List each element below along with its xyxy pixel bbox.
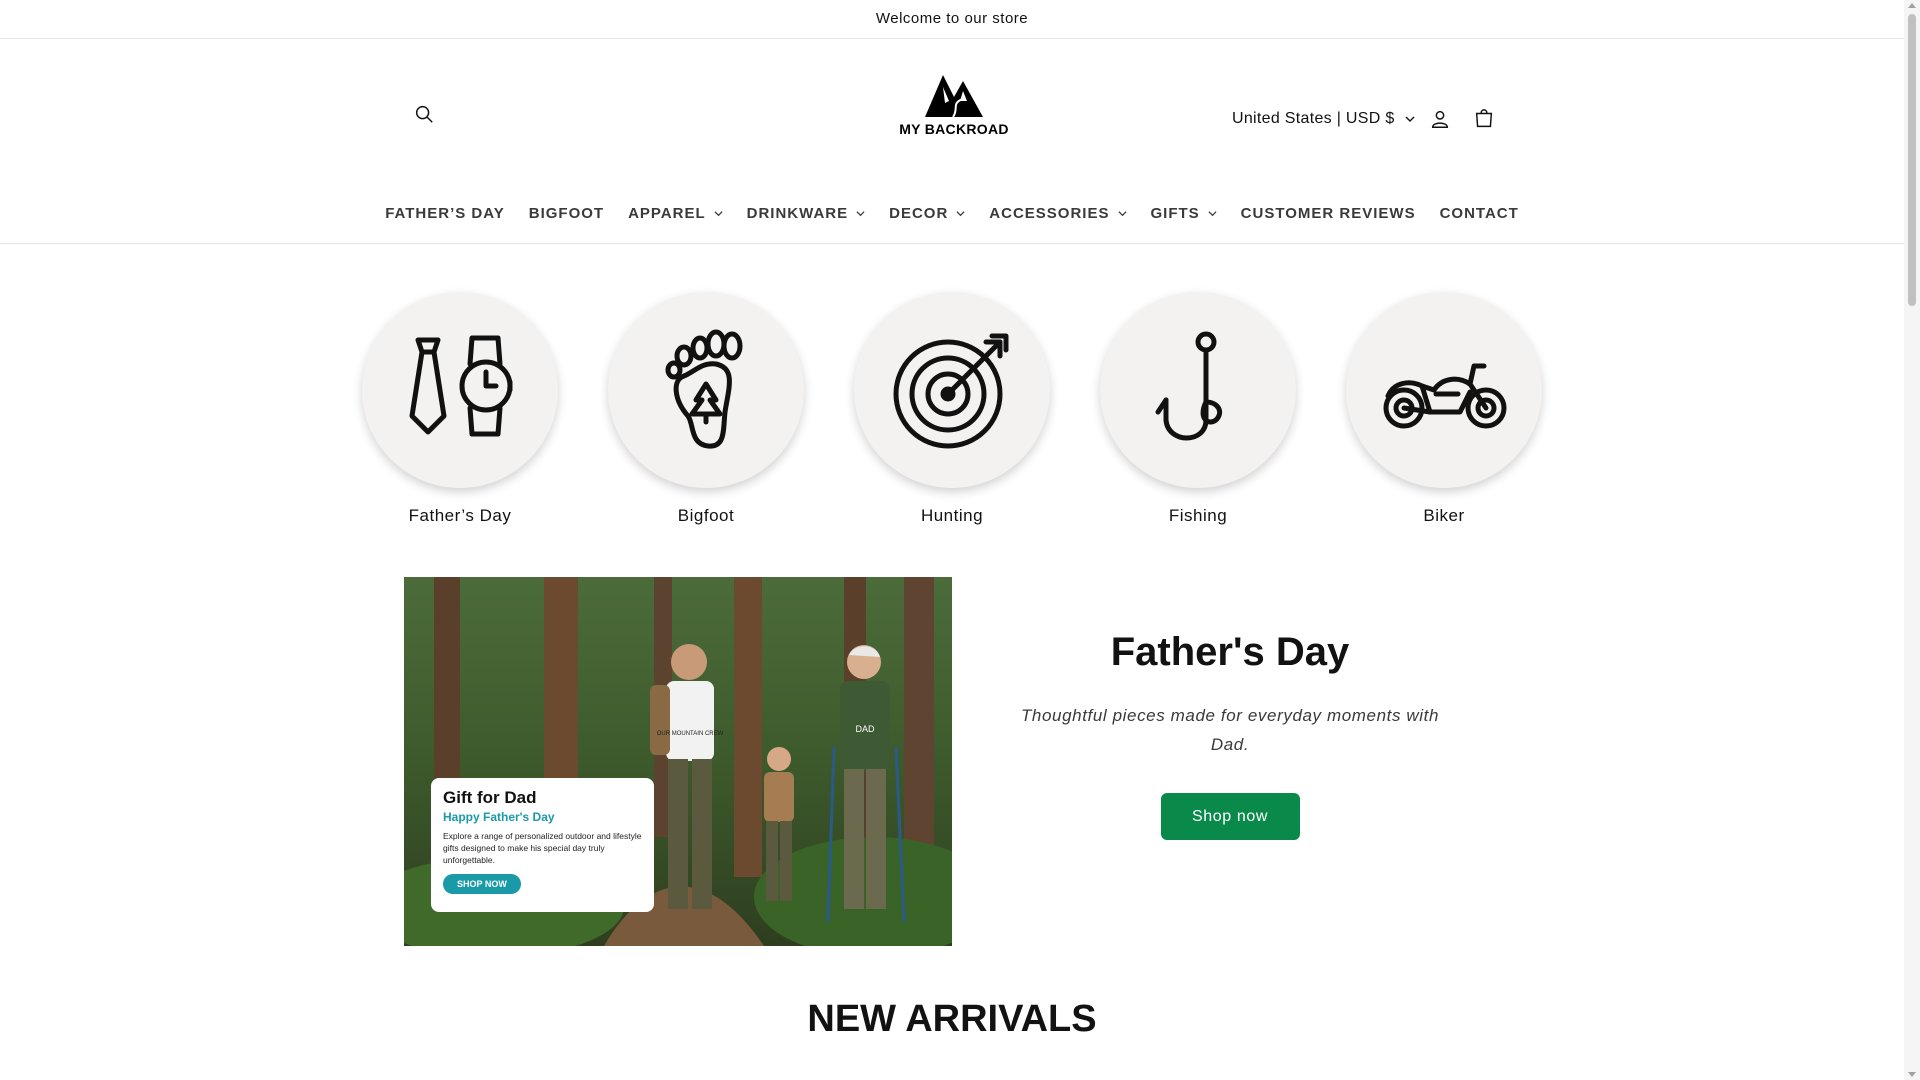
- scrollbar-thumb[interactable]: [1908, 14, 1916, 306]
- mountain-logo-icon: [925, 75, 983, 118]
- nav-label: ACCESSORIES: [989, 204, 1110, 222]
- nav-label: DRINKWARE: [746, 204, 849, 222]
- feature-text-block: Father's Day Thoughtful pieces made for …: [1010, 630, 1450, 840]
- announcement-bar: Welcome to our store: [0, 0, 1904, 39]
- nav-label: CUSTOMER REVIEWS: [1240, 204, 1416, 222]
- nav-label: CONTACT: [1439, 204, 1519, 222]
- shop-now-button[interactable]: Shop now: [1160, 793, 1300, 840]
- shirt-text: OUR MOUNTAIN CREW: [657, 731, 724, 737]
- chevron-down-icon: [956, 210, 965, 216]
- gift-card-overlay: Gift for Dad Happy Father's Day Explore …: [431, 778, 654, 912]
- chevron-down-icon: [1405, 116, 1415, 122]
- category-fishing[interactable]: Fishing: [1098, 292, 1298, 526]
- nav-label: GIFTS: [1150, 204, 1200, 222]
- motorcycle-icon: [1383, 363, 1507, 429]
- country-currency-selector[interactable]: United States | USD $: [1232, 103, 1415, 135]
- tie-watch-icon: [409, 335, 513, 437]
- footprint-icon: [665, 329, 743, 449]
- category-circle: [1100, 292, 1296, 488]
- nav-item-accessories[interactable]: ACCESSORIES: [977, 197, 1138, 229]
- gift-card-shop-button[interactable]: SHOP NOW: [443, 874, 521, 894]
- brand-name: MY BACKROAD: [899, 121, 1009, 137]
- category-circle: [608, 292, 804, 488]
- main-navigation: FATHER’S DAY BIGFOOT APPAREL DRINKWARE D…: [0, 197, 1904, 229]
- category-label: Hunting: [920, 506, 984, 525]
- scroll-down-arrow-icon[interactable]: [1908, 1072, 1916, 1077]
- locale-label: United States | USD $: [1232, 110, 1395, 127]
- category-label: Biker: [1423, 506, 1465, 525]
- page-scrollbar[interactable]: [1904, 0, 1920, 1080]
- scroll-up-arrow-icon[interactable]: [1908, 3, 1916, 8]
- gift-card-title: Gift for Dad: [443, 788, 537, 807]
- category-biker[interactable]: Biker: [1344, 292, 1544, 526]
- nav-item-customer-reviews[interactable]: CUSTOMER REVIEWS: [1229, 197, 1428, 229]
- nav-label: BIGFOOT: [528, 204, 605, 222]
- chevron-down-icon: [1208, 210, 1217, 216]
- nav-item-contact[interactable]: CONTACT: [1428, 197, 1531, 229]
- nav-item-bigfoot[interactable]: BIGFOOT: [517, 197, 616, 229]
- gift-card-body: Explore a range of personalized outdoor …: [443, 831, 642, 865]
- category-label: Fishing: [1168, 506, 1228, 525]
- site-header: MY BACKROAD United States | USD $ FATHER…: [0, 39, 1904, 244]
- fathers-day-banner-image[interactable]: OUR MOUNTAIN CREW DAD Gift for Dad Happy…: [404, 577, 952, 946]
- category-circle: [854, 292, 1050, 488]
- account-icon[interactable]: [1424, 103, 1456, 135]
- cart-icon[interactable]: [1468, 103, 1500, 135]
- chevron-down-icon: [856, 210, 865, 216]
- chevron-down-icon: [714, 210, 723, 216]
- vest-text: DAD: [855, 724, 875, 734]
- category-circle: [362, 292, 558, 488]
- target-icon: [893, 333, 1009, 449]
- nav-item-fathers-day[interactable]: FATHER’S DAY: [373, 197, 517, 229]
- announcement-text: Welcome to our store: [875, 10, 1029, 27]
- nav-label: APPAREL: [628, 204, 706, 222]
- category-fathers-day[interactable]: Father’s Day: [360, 292, 560, 526]
- category-label: Father’s Day: [408, 506, 512, 525]
- nav-item-apparel[interactable]: APPAREL: [616, 197, 735, 229]
- gift-card-subtitle: Happy Father's Day: [443, 810, 555, 824]
- category-circle: [1346, 292, 1542, 488]
- fishhook-icon: [1155, 331, 1223, 441]
- nav-label: DECOR: [889, 204, 949, 222]
- chevron-down-icon: [1117, 210, 1127, 216]
- nav-item-gifts[interactable]: GIFTS: [1139, 197, 1229, 229]
- feature-description: Thoughtful pieces made for everyday mome…: [1020, 706, 1440, 754]
- search-icon[interactable]: [408, 98, 440, 130]
- nav-label: FATHER’S DAY: [385, 204, 505, 222]
- brand-logo[interactable]: MY BACKROAD: [896, 71, 1012, 183]
- category-label: Bigfoot: [677, 506, 735, 525]
- nav-item-drinkware[interactable]: DRINKWARE: [735, 197, 878, 229]
- nav-item-decor[interactable]: DECOR: [877, 197, 977, 229]
- category-hunting[interactable]: Hunting: [852, 292, 1052, 526]
- category-bigfoot[interactable]: Bigfoot: [606, 292, 806, 526]
- feature-title: Father's Day: [1110, 630, 1350, 674]
- new-arrivals-heading: NEW ARRIVALS: [807, 998, 1097, 1040]
